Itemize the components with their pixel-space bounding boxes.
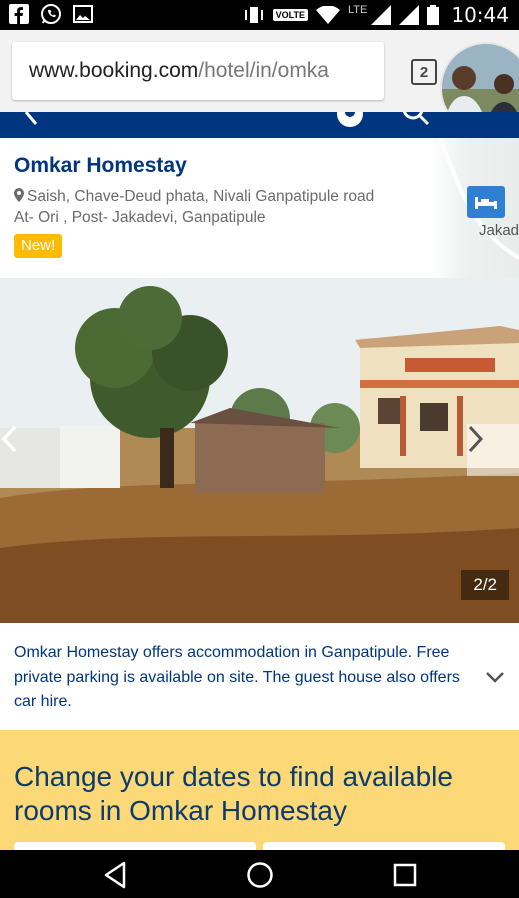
whatsapp-icon (40, 3, 62, 25)
battery-icon (427, 5, 440, 25)
hotel-photo-gallery[interactable]: 2/2 (0, 278, 519, 623)
system-icons: VOLTE LTE 10:44 (243, 0, 509, 30)
url-field[interactable]: www.booking.com/hotel/in/omka (12, 42, 384, 100)
gallery-next-button[interactable] (467, 424, 519, 476)
availability-prompt: Change your dates to find available room… (0, 730, 519, 862)
tab-switcher-button[interactable]: 2 (411, 59, 437, 85)
address-line-1: Saish, Chave-Deud phata, Nivali Ganpatip… (27, 188, 375, 205)
back-button[interactable] (100, 860, 130, 890)
clock: 10:44 (451, 3, 509, 27)
site-header-icons (24, 112, 430, 127)
gallery-icon (72, 3, 94, 25)
chevron-right-icon (468, 425, 484, 453)
notification-icons (8, 3, 94, 25)
home-icon (247, 862, 273, 888)
availability-message: Change your dates to find available room… (14, 761, 453, 826)
network-type-label: LTE (348, 4, 368, 16)
chevron-down-icon[interactable] (484, 669, 506, 685)
gallery-counter: 2/2 (461, 570, 509, 600)
url-path: /hotel/in/omka (198, 59, 329, 82)
hotel-map-marker-icon (467, 186, 505, 218)
hotel-name: Omkar Homestay (14, 154, 187, 177)
hotel-address: Saish, Chave-Deud phata, Nivali Ganpatip… (14, 186, 434, 228)
signal-icon (371, 5, 392, 25)
site-header (0, 112, 519, 138)
gallery-prev-button[interactable] (0, 424, 52, 476)
home-button[interactable] (245, 860, 275, 890)
android-nav-bar (0, 850, 519, 898)
signal-icon (399, 5, 420, 25)
hotel-summary: Jakad Omkar Homestay Saish, Chave-Deud p… (0, 138, 519, 278)
recents-icon (393, 863, 417, 887)
chevron-left-icon (1, 425, 17, 453)
hotel-photo (0, 278, 519, 623)
address-line-2: At- Ori , Post- Jakadevi, Ganpatipule (14, 209, 266, 226)
facebook-icon (8, 3, 30, 25)
status-bar: VOLTE LTE 10:44 (0, 0, 519, 30)
url-host: www.booking.com (29, 59, 199, 82)
volte-indicator: VOLTE (272, 9, 308, 21)
map-thumbnail[interactable]: Jakad (430, 138, 519, 278)
browser-toolbar: www.booking.com/hotel/in/omka 2 (0, 30, 519, 134)
wifi-icon (316, 6, 340, 24)
description-text: Omkar Homestay offers accommodation in G… (14, 644, 460, 710)
recents-button[interactable] (390, 860, 420, 890)
hotel-description: Omkar Homestay offers accommodation in G… (0, 623, 519, 730)
map-place-label: Jakad (479, 222, 519, 239)
new-badge: New! (14, 234, 63, 258)
back-icon (104, 861, 126, 889)
vibrate-icon (244, 7, 263, 23)
location-pin-icon (14, 188, 24, 202)
